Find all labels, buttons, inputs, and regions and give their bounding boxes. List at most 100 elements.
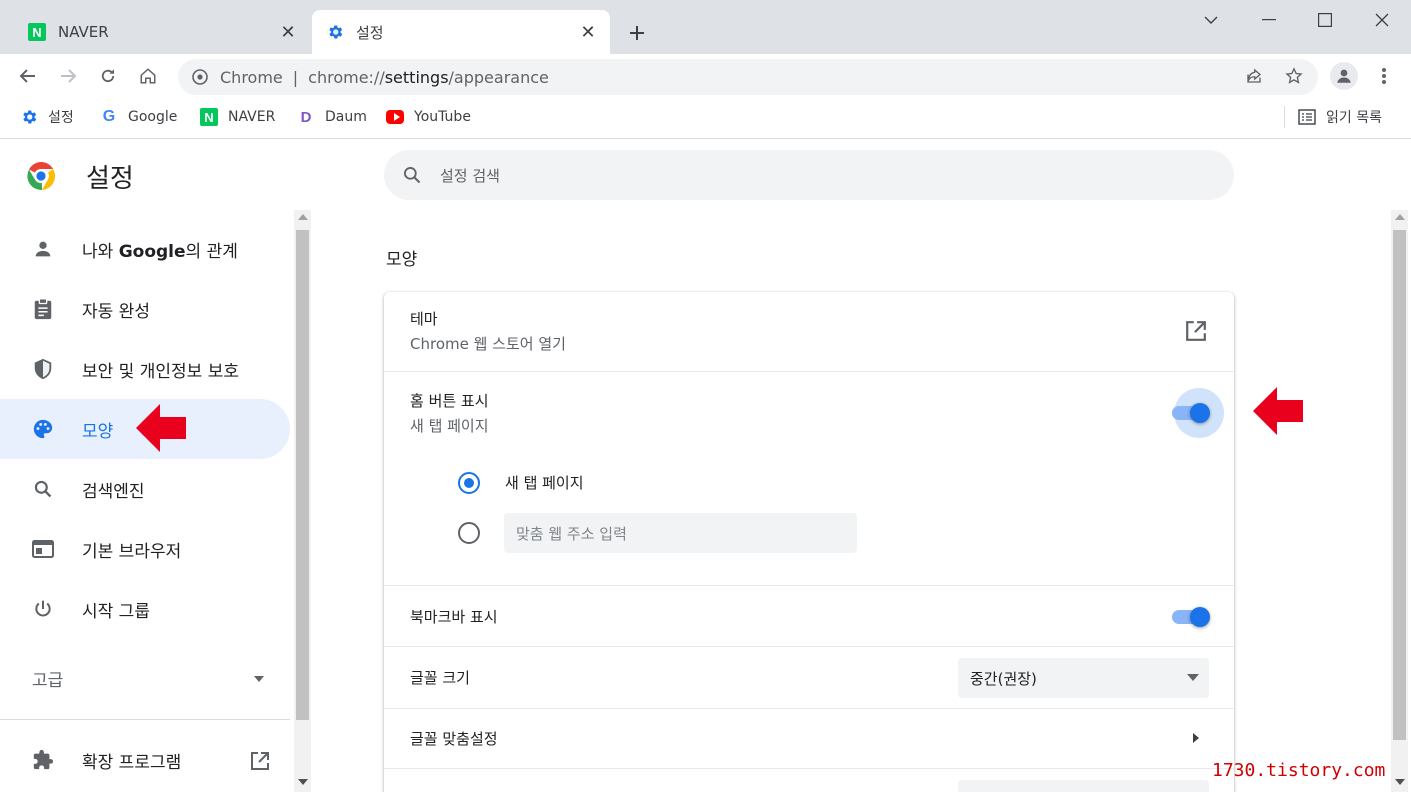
sidebar-item-label: 나와 Google의 관계 (82, 241, 238, 262)
row-divider (384, 768, 1234, 769)
main-scrollbar-thumb[interactable] (1393, 230, 1406, 740)
bookmark-settings[interactable]: 설정 (20, 105, 74, 129)
theme-subtitle: Chrome 웹 스토어 열기 (410, 335, 566, 353)
menu-kebab-icon[interactable] (1370, 62, 1398, 90)
home-button-toggle[interactable] (1170, 400, 1210, 424)
sidebar-item-privacy[interactable]: 보안 및 개인정보 보호 (0, 339, 290, 399)
font-size-title: 글꼴 크기 (410, 669, 470, 687)
font-size-value: 중간(권장) (970, 669, 1037, 688)
omnibox-separator: | (292, 67, 299, 87)
row-divider (384, 708, 1234, 709)
page-title: 설정 (86, 164, 134, 194)
sidebar-item-label: 확장 프로그램 (82, 752, 182, 773)
omnibox[interactable]: Chrome | chrome://settings/appearance (178, 59, 1318, 95)
tab-naver[interactable]: N NAVER ✕ (14, 10, 310, 54)
scroll-up-icon[interactable] (298, 214, 308, 220)
profile-avatar[interactable] (1330, 62, 1358, 90)
sidebar-item-extensions[interactable]: 확장 프로그램 (0, 730, 290, 790)
chevron-right-icon[interactable] (1193, 733, 1199, 743)
back-button[interactable] (14, 62, 42, 90)
home-button[interactable] (134, 62, 162, 90)
daum-icon: D (300, 108, 312, 126)
close-window-button[interactable] (1353, 0, 1411, 40)
bookmark-label: Daum (325, 109, 367, 125)
browser-window-icon (31, 537, 55, 561)
tab-search-icon[interactable] (1182, 0, 1240, 40)
tab-label: 설정 (356, 23, 384, 42)
minimize-button[interactable] (1240, 0, 1298, 40)
sidebar-item-google-account[interactable]: 나와 Google의 관계 (0, 219, 290, 279)
theme-title: 테마 (410, 310, 438, 328)
person-icon (31, 237, 55, 261)
chevron-down-icon (1187, 674, 1199, 681)
radio-custom-url[interactable] (458, 522, 480, 544)
scroll-down-icon[interactable] (298, 779, 308, 785)
gear-icon (326, 23, 344, 41)
sidebar-item-on-startup[interactable]: 시작 그룹 (0, 579, 290, 639)
section-title: 모양 (386, 250, 418, 270)
tab-settings[interactable]: 설정 ✕ (312, 10, 610, 54)
sidebar-item-label: 검색엔진 (82, 481, 145, 502)
power-icon (31, 597, 55, 621)
bookmark-label: YouTube (414, 109, 471, 125)
bookmark-naver[interactable]: N NAVER (200, 105, 275, 129)
bookmark-youtube[interactable]: YouTube (386, 105, 471, 129)
custom-url-input[interactable]: 맞춤 웹 주소 입력 (504, 513, 857, 553)
external-link-icon[interactable] (250, 751, 270, 771)
sidebar-item-default-browser[interactable]: 기본 브라우저 (0, 519, 290, 579)
reading-list-button[interactable]: 읽기 목록 (1298, 105, 1382, 129)
bookmarks-bar-toggle[interactable] (1170, 604, 1210, 628)
naver-icon: N (200, 108, 218, 126)
annotation-arrow-left (1253, 387, 1305, 435)
omnibox-url: chrome://settings/appearance (308, 67, 549, 87)
row-divider (384, 371, 1234, 372)
advanced-toggle[interactable]: 고급 (32, 666, 63, 691)
sidebar-scrollbar-thumb[interactable] (296, 230, 309, 720)
bookmark-label: 설정 (48, 110, 74, 126)
scroll-up-icon[interactable] (1395, 214, 1405, 220)
bookmark-label: Google (128, 109, 178, 125)
radio-new-tab-page[interactable] (458, 472, 480, 494)
reload-button[interactable] (94, 62, 122, 90)
next-row-select[interactable] (958, 780, 1209, 792)
chevron-down-icon[interactable] (252, 675, 266, 683)
close-icon[interactable]: ✕ (278, 22, 298, 43)
search-icon (31, 477, 55, 501)
bookmark-divider (1284, 106, 1285, 128)
sidebar-item-label: 모양 (82, 421, 114, 442)
sidebar-item-label: 자동 완성 (82, 301, 150, 322)
reading-list-icon (1298, 108, 1316, 126)
star-icon[interactable] (1280, 62, 1308, 90)
gear-icon (20, 108, 38, 126)
bookmarks-bar-title: 북마크바 표시 (410, 608, 498, 626)
settings-search-input[interactable]: 설정 검색 (384, 150, 1234, 200)
sidebar-item-label: 보안 및 개인정보 보호 (82, 361, 239, 382)
sidebar-item-search-engine[interactable]: 검색엔진 (0, 459, 290, 519)
sidebar-item-autofill[interactable]: 자동 완성 (0, 279, 290, 339)
clipboard-icon (31, 297, 55, 321)
row-divider (384, 646, 1234, 647)
search-icon (402, 165, 422, 185)
home-button-subtitle: 새 탭 페이지 (410, 417, 489, 435)
close-icon[interactable]: ✕ (578, 22, 598, 43)
bookmark-google[interactable]: G Google (100, 105, 178, 129)
customize-fonts-title: 글꼴 맞춤설정 (410, 730, 498, 748)
maximize-button[interactable] (1296, 0, 1354, 40)
home-button-title: 홈 버튼 표시 (410, 392, 489, 410)
new-tab-button[interactable] (622, 18, 652, 48)
bookmark-daum[interactable]: D Daum (297, 105, 367, 129)
font-size-select[interactable]: 중간(권장) (958, 658, 1209, 698)
external-link-icon[interactable] (1185, 320, 1207, 342)
share-icon[interactable] (1240, 62, 1268, 90)
sidebar-item-label: 시작 그룹 (82, 601, 150, 622)
watermark: 1730.tistory.com (1212, 760, 1386, 781)
row-divider (384, 585, 1234, 586)
palette-icon (31, 417, 55, 441)
naver-favicon: N (28, 23, 46, 41)
forward-button[interactable] (54, 62, 82, 90)
annotation-arrow-left (136, 404, 188, 452)
search-placeholder: 설정 검색 (440, 166, 500, 185)
omnibox-site-name: Chrome (220, 67, 283, 87)
google-icon: G (102, 108, 116, 125)
scroll-down-icon[interactable] (1395, 779, 1405, 785)
